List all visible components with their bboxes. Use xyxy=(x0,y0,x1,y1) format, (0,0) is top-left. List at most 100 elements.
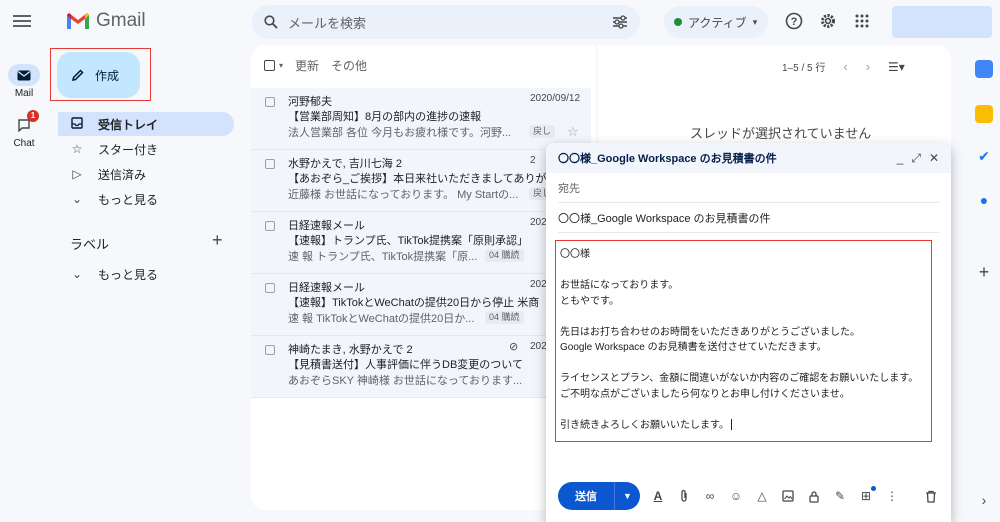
contacts-icon[interactable]: ● xyxy=(975,192,993,210)
body-line: 先日はお打ち合わせのお時間をいただきありがとうございました。 xyxy=(560,326,860,338)
compose-footer: 送信 ▼ A ∞ ☺ △ ✎ ⊞ ⋮ xyxy=(558,482,900,510)
link-icon[interactable]: ∞ xyxy=(702,488,718,504)
calendar-icon[interactable] xyxy=(975,60,993,78)
email-label-tag[interactable]: 戻し xyxy=(529,125,556,138)
sidebar-item-label: 受信トレイ xyxy=(98,117,159,132)
chevron-down-icon: ⌄ xyxy=(71,267,83,281)
email-subject: 【速報】トランプ氏、TikTok提携案「原則承認」 xyxy=(288,235,529,247)
email-subject: 【見積書送付】人事評価に伴うDB変更のついて xyxy=(288,359,523,371)
email-row[interactable]: 日経速報メール 202 【速報】トランプ氏、TikTok提携案「原則承認」 速 … xyxy=(251,212,591,274)
settings-gear-icon[interactable] xyxy=(818,11,838,31)
labels-more[interactable]: ⌄ もっと見る xyxy=(58,262,234,286)
compose-header[interactable]: 〇〇様_Google Workspace のお見積書の件 _ ⤢ ✕ xyxy=(546,143,951,173)
status-dropdown[interactable]: アクティブ ▾ xyxy=(664,6,768,38)
star-icon[interactable]: ☆ xyxy=(567,124,579,140)
compose-window: 〇〇様_Google Workspace のお見積書の件 _ ⤢ ✕ 宛先 〇〇… xyxy=(546,143,951,522)
email-checkbox[interactable] xyxy=(265,159,275,169)
search-options-icon[interactable] xyxy=(612,15,628,29)
more-button[interactable]: その他 xyxy=(331,57,367,74)
close-icon[interactable]: ✕ xyxy=(929,151,939,166)
confidential-lock-icon[interactable] xyxy=(806,488,822,504)
email-label-tag[interactable]: 04 購読 xyxy=(485,311,524,324)
layouts-icon[interactable]: ⊞ xyxy=(858,486,876,504)
email-checkbox[interactable] xyxy=(265,97,275,107)
select-all-checkbox[interactable]: ▾ xyxy=(264,60,283,71)
body-line: 〇〇様 xyxy=(560,249,590,260)
gmail-logo[interactable]: Gmail xyxy=(66,10,146,32)
send-button-group: 送信 ▼ xyxy=(558,482,640,510)
attachment-icon[interactable] xyxy=(676,488,692,504)
add-app-icon[interactable]: + xyxy=(975,262,993,282)
tasks-icon[interactable]: ✔ xyxy=(975,148,993,166)
minimize-icon[interactable]: _ xyxy=(897,151,904,166)
density-icon[interactable]: ☰▾ xyxy=(888,60,905,74)
rail-chat-label: Chat xyxy=(13,138,35,149)
account-avatar[interactable] xyxy=(892,6,992,38)
email-date: 202 xyxy=(530,217,547,228)
signature-pen-icon[interactable]: ✎ xyxy=(832,488,848,504)
email-subject: 【あおぞら_ご挨拶】本日来社いただきましてありが xyxy=(288,173,547,185)
no-thread-message: スレッドが選択されていません xyxy=(690,126,872,141)
send-button[interactable]: 送信 xyxy=(558,482,614,510)
email-sender: 河野郁夫 xyxy=(288,96,332,108)
status-label: アクティブ xyxy=(688,15,747,30)
message-body[interactable]: 〇〇様 お世話になっております。 ともやです。 先日はお打ち合わせのお時間をいた… xyxy=(555,240,932,442)
chevron-right-icon[interactable]: › xyxy=(975,492,993,510)
subject-field[interactable]: 〇〇様_Google Workspace のお見積書の件 xyxy=(558,203,939,233)
email-snippet: 速 報 TikTokとWeChatの提供20日か... xyxy=(288,313,475,325)
email-label-tag[interactable]: 04 購読 xyxy=(485,249,524,262)
email-row[interactable]: 日経速報メール 202 【速報】TikTokとWeChatの提供20日から停止 … xyxy=(251,274,591,336)
send-icon: ▷ xyxy=(72,167,82,181)
email-sender: 日経速報メール xyxy=(288,220,365,232)
rail-chat-button[interactable]: 1 Chat xyxy=(4,110,44,149)
search-bar[interactable]: メールを検索 xyxy=(252,5,640,39)
email-subject: 【営業部周知】8月の部内の進捗の速報 xyxy=(288,111,482,123)
search-icon[interactable] xyxy=(264,15,278,29)
help-icon[interactable]: ? xyxy=(784,11,804,31)
email-date: 2020/09/12 xyxy=(530,93,581,104)
emoji-icon[interactable]: ☺ xyxy=(728,488,744,504)
email-subject: 【速報】TikTokとWeChatの提供20日から停止 米商 xyxy=(288,297,540,309)
sidebar-item-starred[interactable]: ☆ スター付き xyxy=(58,137,234,161)
refresh-button[interactable]: 更新 xyxy=(295,57,319,74)
sidebar-item-label: スター付き xyxy=(98,142,159,157)
sidebar-item-inbox[interactable]: 受信トレイ xyxy=(58,112,234,136)
body-line: ライセンスとプラン、金額に間違いがないか内容のご確認をお願いいたします。 xyxy=(560,373,919,384)
apps-grid-icon[interactable] xyxy=(852,11,872,31)
body-line: ご不明な点がございましたら何なりとお申し付けくださいませ。 xyxy=(560,388,850,400)
expand-icon[interactable]: ⤢ xyxy=(911,151,921,166)
main-menu-icon[interactable] xyxy=(13,12,31,30)
trash-icon[interactable] xyxy=(923,488,939,504)
keep-icon[interactable] xyxy=(975,105,993,123)
drive-icon[interactable]: △ xyxy=(754,488,770,504)
add-label-icon[interactable]: + xyxy=(212,230,223,251)
email-row[interactable]: 水野かえで, 吉川七海 2 2 【あおぞら_ご挨拶】本日来社いただきましてありが… xyxy=(251,150,591,212)
chevron-down-icon: ⌄ xyxy=(71,192,83,206)
mail-icon xyxy=(8,64,40,86)
email-checkbox[interactable] xyxy=(265,283,275,293)
body-line: 引き続きよろしくお願いいたします。 xyxy=(560,419,729,431)
rail-mail-button[interactable]: Mail xyxy=(4,64,44,99)
email-row[interactable]: 河野郁夫 2020/09/12 【営業部周知】8月の部内の進捗の速報 法人営業部… xyxy=(251,88,591,150)
sidebar-item-more[interactable]: ⌄ もっと見る xyxy=(58,187,234,211)
photo-icon[interactable] xyxy=(780,488,796,504)
email-checkbox[interactable] xyxy=(265,345,275,355)
body-line: ともやです。 xyxy=(560,295,619,307)
compose-button[interactable]: 作成 xyxy=(57,52,140,98)
email-checkbox[interactable] xyxy=(265,221,275,231)
rail-mail-label: Mail xyxy=(14,88,34,99)
prev-page-icon[interactable]: ‹ xyxy=(843,59,847,74)
active-status-dot xyxy=(674,18,682,26)
schedule-send-dropdown[interactable]: ▼ xyxy=(614,482,640,510)
email-snippet: 速 報 トランプ氏、TikTok提携案「原... xyxy=(288,251,478,263)
to-field[interactable]: 宛先 xyxy=(558,173,939,203)
next-page-icon[interactable]: › xyxy=(866,59,870,74)
app-name: Gmail xyxy=(96,10,146,31)
more-options-icon[interactable]: ⋮ xyxy=(884,488,900,504)
formatting-icon[interactable]: A xyxy=(650,488,666,504)
email-snippet: あおぞらSKY 神崎様 お世話になっております... xyxy=(288,375,523,387)
email-sender: 日経速報メール xyxy=(288,282,365,294)
sidebar-item-sent[interactable]: ▷ 送信済み xyxy=(58,162,234,186)
search-input[interactable]: メールを検索 xyxy=(288,13,612,32)
email-row[interactable]: 神崎たまき, 水野かえで 2 ⊘ 202 【見積書送付】人事評価に伴うDB変更の… xyxy=(251,336,591,398)
